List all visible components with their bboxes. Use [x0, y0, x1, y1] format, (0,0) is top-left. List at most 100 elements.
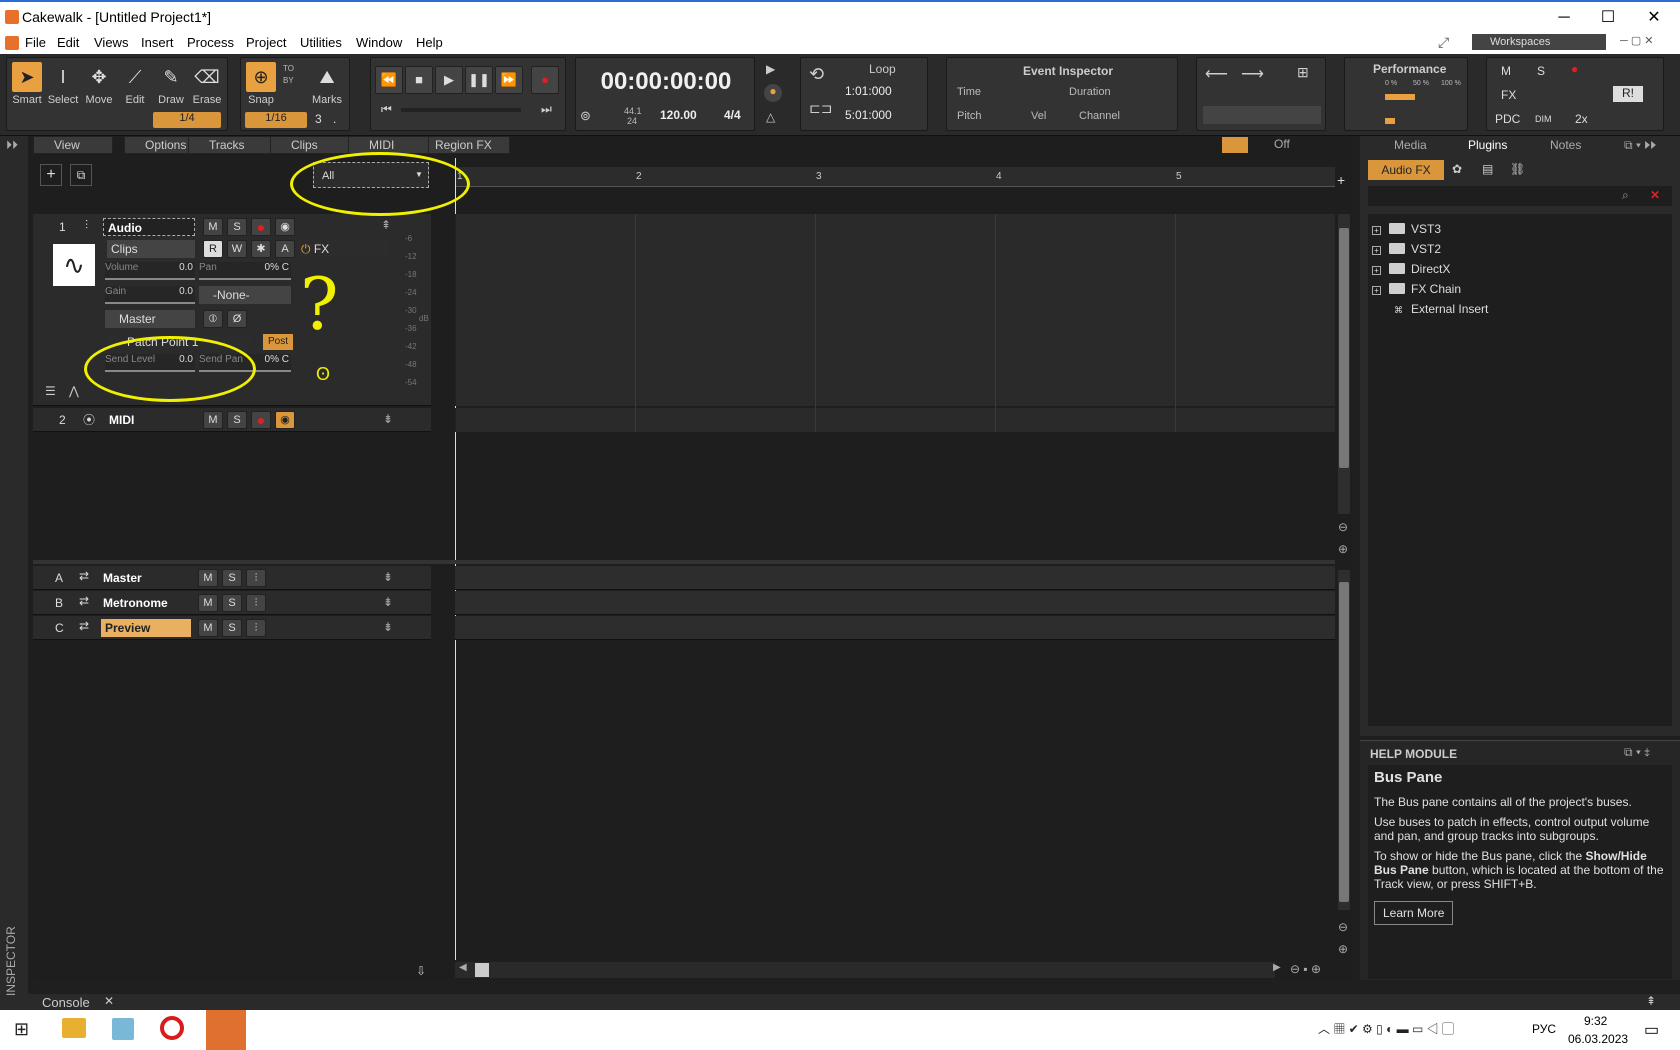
expand-bus-icon[interactable]: ⇟ [383, 570, 393, 584]
record-arm-button[interactable]: ● [251, 411, 271, 429]
menu-app-icon[interactable] [5, 36, 19, 50]
solo-button[interactable]: S [227, 411, 247, 429]
record-button[interactable]: ● [531, 66, 559, 94]
automation-lane-icon[interactable] [1222, 137, 1248, 153]
mute-all-button[interactable]: M [1501, 64, 1511, 78]
input-echo-icon[interactable]: ◉ [275, 411, 295, 429]
solo-all-button[interactable]: S [1537, 64, 1545, 78]
loop-start[interactable]: 1:01:000 [845, 84, 892, 98]
menu-edit[interactable]: Edit [57, 35, 79, 50]
bus-name[interactable]: Metronome [103, 596, 168, 610]
gain-slider[interactable]: Gain 0.0 [105, 286, 195, 304]
tracks-menu[interactable]: Tracks [188, 136, 273, 154]
tab-media[interactable]: Media [1372, 138, 1427, 156]
opera-icon[interactable] [160, 1016, 184, 1040]
edit-tool[interactable]: ⟋ Edit [117, 62, 153, 116]
scroll-thumb[interactable] [1339, 228, 1349, 468]
zoom-in-icon[interactable]: ⊕ [1338, 942, 1348, 956]
solo-button[interactable]: S [222, 619, 242, 637]
minimize-button[interactable]: ─ [1546, 6, 1582, 30]
punch-icon[interactable]: ⊏⊐ [809, 100, 832, 117]
tree-item-vst3[interactable]: + VST3 [1372, 222, 1441, 236]
mute-button[interactable]: M [198, 569, 218, 587]
bus-c[interactable]: C ⇄ Preview M S ⫶ ⇟ [33, 616, 431, 640]
expand-track-icon[interactable]: ⇟ [383, 412, 393, 426]
output-dropdown[interactable]: Master [105, 310, 195, 328]
audio-fx-button[interactable]: Audio FX [1368, 160, 1444, 180]
track-vertical-scrollbar[interactable] [1338, 214, 1350, 514]
pan-slider[interactable]: Pan 0% C [199, 262, 291, 280]
zoom-out-icon[interactable]: ⊖ [1338, 920, 1348, 934]
phase-icon[interactable]: ⦶ [203, 310, 223, 328]
read-automation-button[interactable]: R [203, 240, 223, 258]
windows-start-icon[interactable]: ⊞ [14, 1019, 29, 1040]
notes-app-icon[interactable] [112, 1018, 134, 1040]
menu-insert[interactable]: Insert [141, 35, 174, 50]
snap-button[interactable]: ⊕ Snap [243, 62, 279, 116]
count-in-icon[interactable]: ● [764, 84, 782, 102]
options-menu[interactable]: Options [124, 136, 192, 154]
write-automation-button[interactable]: W [227, 240, 247, 258]
duplicate-track-icon[interactable]: ⧉ [70, 164, 92, 186]
expand-icon[interactable]: + [1372, 246, 1381, 255]
language-indicator[interactable]: РУС [1532, 1022, 1556, 1036]
bus-a-clips-pane[interactable] [455, 566, 1335, 590]
close-console-icon[interactable]: ✕ [104, 994, 114, 1008]
solo-button[interactable]: S [227, 218, 247, 236]
plugin-manager-icon[interactable]: ⛓ [1510, 162, 1525, 176]
erase-tool[interactable]: ⌫ Erase [189, 62, 225, 116]
cakewalk-taskbar-icon[interactable] [206, 1010, 246, 1050]
zoom-out-icon[interactable]: ⊖ [1338, 520, 1348, 534]
tab-plugins[interactable]: Plugins [1446, 138, 1507, 156]
view-menu[interactable]: View [33, 136, 113, 154]
bus-name[interactable]: Preview [101, 619, 191, 637]
play-triangle-icon[interactable]: ▶ [766, 62, 775, 76]
notifications-icon[interactable]: ▭ [1644, 1020, 1659, 1040]
mute-button[interactable]: M [198, 619, 218, 637]
fx-bypass-button[interactable]: FX [1501, 88, 1516, 102]
automation-icon[interactable]: ⋀ [69, 384, 79, 398]
now-slider[interactable] [401, 108, 521, 112]
smart-tool[interactable]: ➤ Smart [9, 62, 45, 116]
clock-time[interactable]: 9:32 [1584, 1014, 1607, 1028]
menu-file[interactable]: File [25, 35, 46, 50]
off-label[interactable]: Off [1274, 137, 1290, 151]
double-button[interactable]: 2x [1575, 112, 1588, 126]
tree-item-fx-chain[interactable]: + FX Chain [1372, 282, 1461, 296]
dim-button[interactable]: DIM [1535, 114, 1552, 124]
tree-item-directx[interactable]: + DirectX [1372, 262, 1450, 276]
solo-button[interactable]: S [222, 594, 242, 612]
bus-a[interactable]: A ⇄ Master M S ⫶ ⇟ [33, 566, 431, 590]
track-2-clips-pane[interactable] [455, 408, 1335, 432]
tempo-value[interactable]: 120.00 [660, 108, 697, 122]
freeze-icon[interactable]: ✱ [251, 240, 271, 258]
loop-end[interactable]: 5:01:000 [845, 108, 892, 122]
tray-icons[interactable]: ︿ ▦ ✔ ⚙ ▯ ◐ ▬ ▭ ◁ ▢ [1318, 1020, 1454, 1037]
tab-notes[interactable]: Notes [1528, 138, 1581, 156]
play-button[interactable]: ▶ [435, 66, 463, 94]
bus-b-clips-pane[interactable] [455, 591, 1335, 615]
clips-menu[interactable]: Clips [270, 136, 350, 154]
time-ruler[interactable]: 1 2 3 4 5 [455, 167, 1335, 187]
track-name[interactable]: Audio [103, 218, 195, 236]
close-button[interactable]: ✕ [1636, 6, 1672, 30]
marks-button[interactable]: ⛰ Marks [309, 62, 345, 116]
metronome-toggle-icon[interactable]: △ [766, 110, 775, 124]
track-1-clips-pane[interactable] [455, 214, 1335, 406]
move-tool[interactable]: ✥ Move [81, 62, 117, 116]
file-explorer-icon[interactable] [62, 1018, 86, 1038]
go-to-end-icon[interactable]: ⏭ [541, 102, 552, 117]
record-arm-icon[interactable]: ● [1571, 62, 1578, 76]
mdi-minimize-icon[interactable]: ─ ▢ ✕ [1620, 34, 1654, 47]
zoom-in-icon[interactable]: ⊕ [1338, 542, 1348, 556]
expand-console-icon[interactable]: ⇞ [1646, 994, 1656, 1008]
now-time[interactable]: 00:00:00:00 [576, 68, 756, 96]
waveform-preview-icon[interactable]: ⫶ [246, 569, 266, 587]
track-options-icon[interactable]: ☰ [45, 384, 56, 398]
bus-name[interactable]: Master [103, 571, 142, 585]
menu-utilities[interactable]: Utilities [300, 35, 342, 50]
menu-views[interactable]: Views [94, 35, 128, 50]
expand-inspector-icon[interactable]: ⏵⏵ [6, 138, 18, 153]
scroll-right-icon[interactable]: ▶ [1273, 962, 1281, 973]
expand-icon[interactable]: + [1372, 266, 1381, 275]
